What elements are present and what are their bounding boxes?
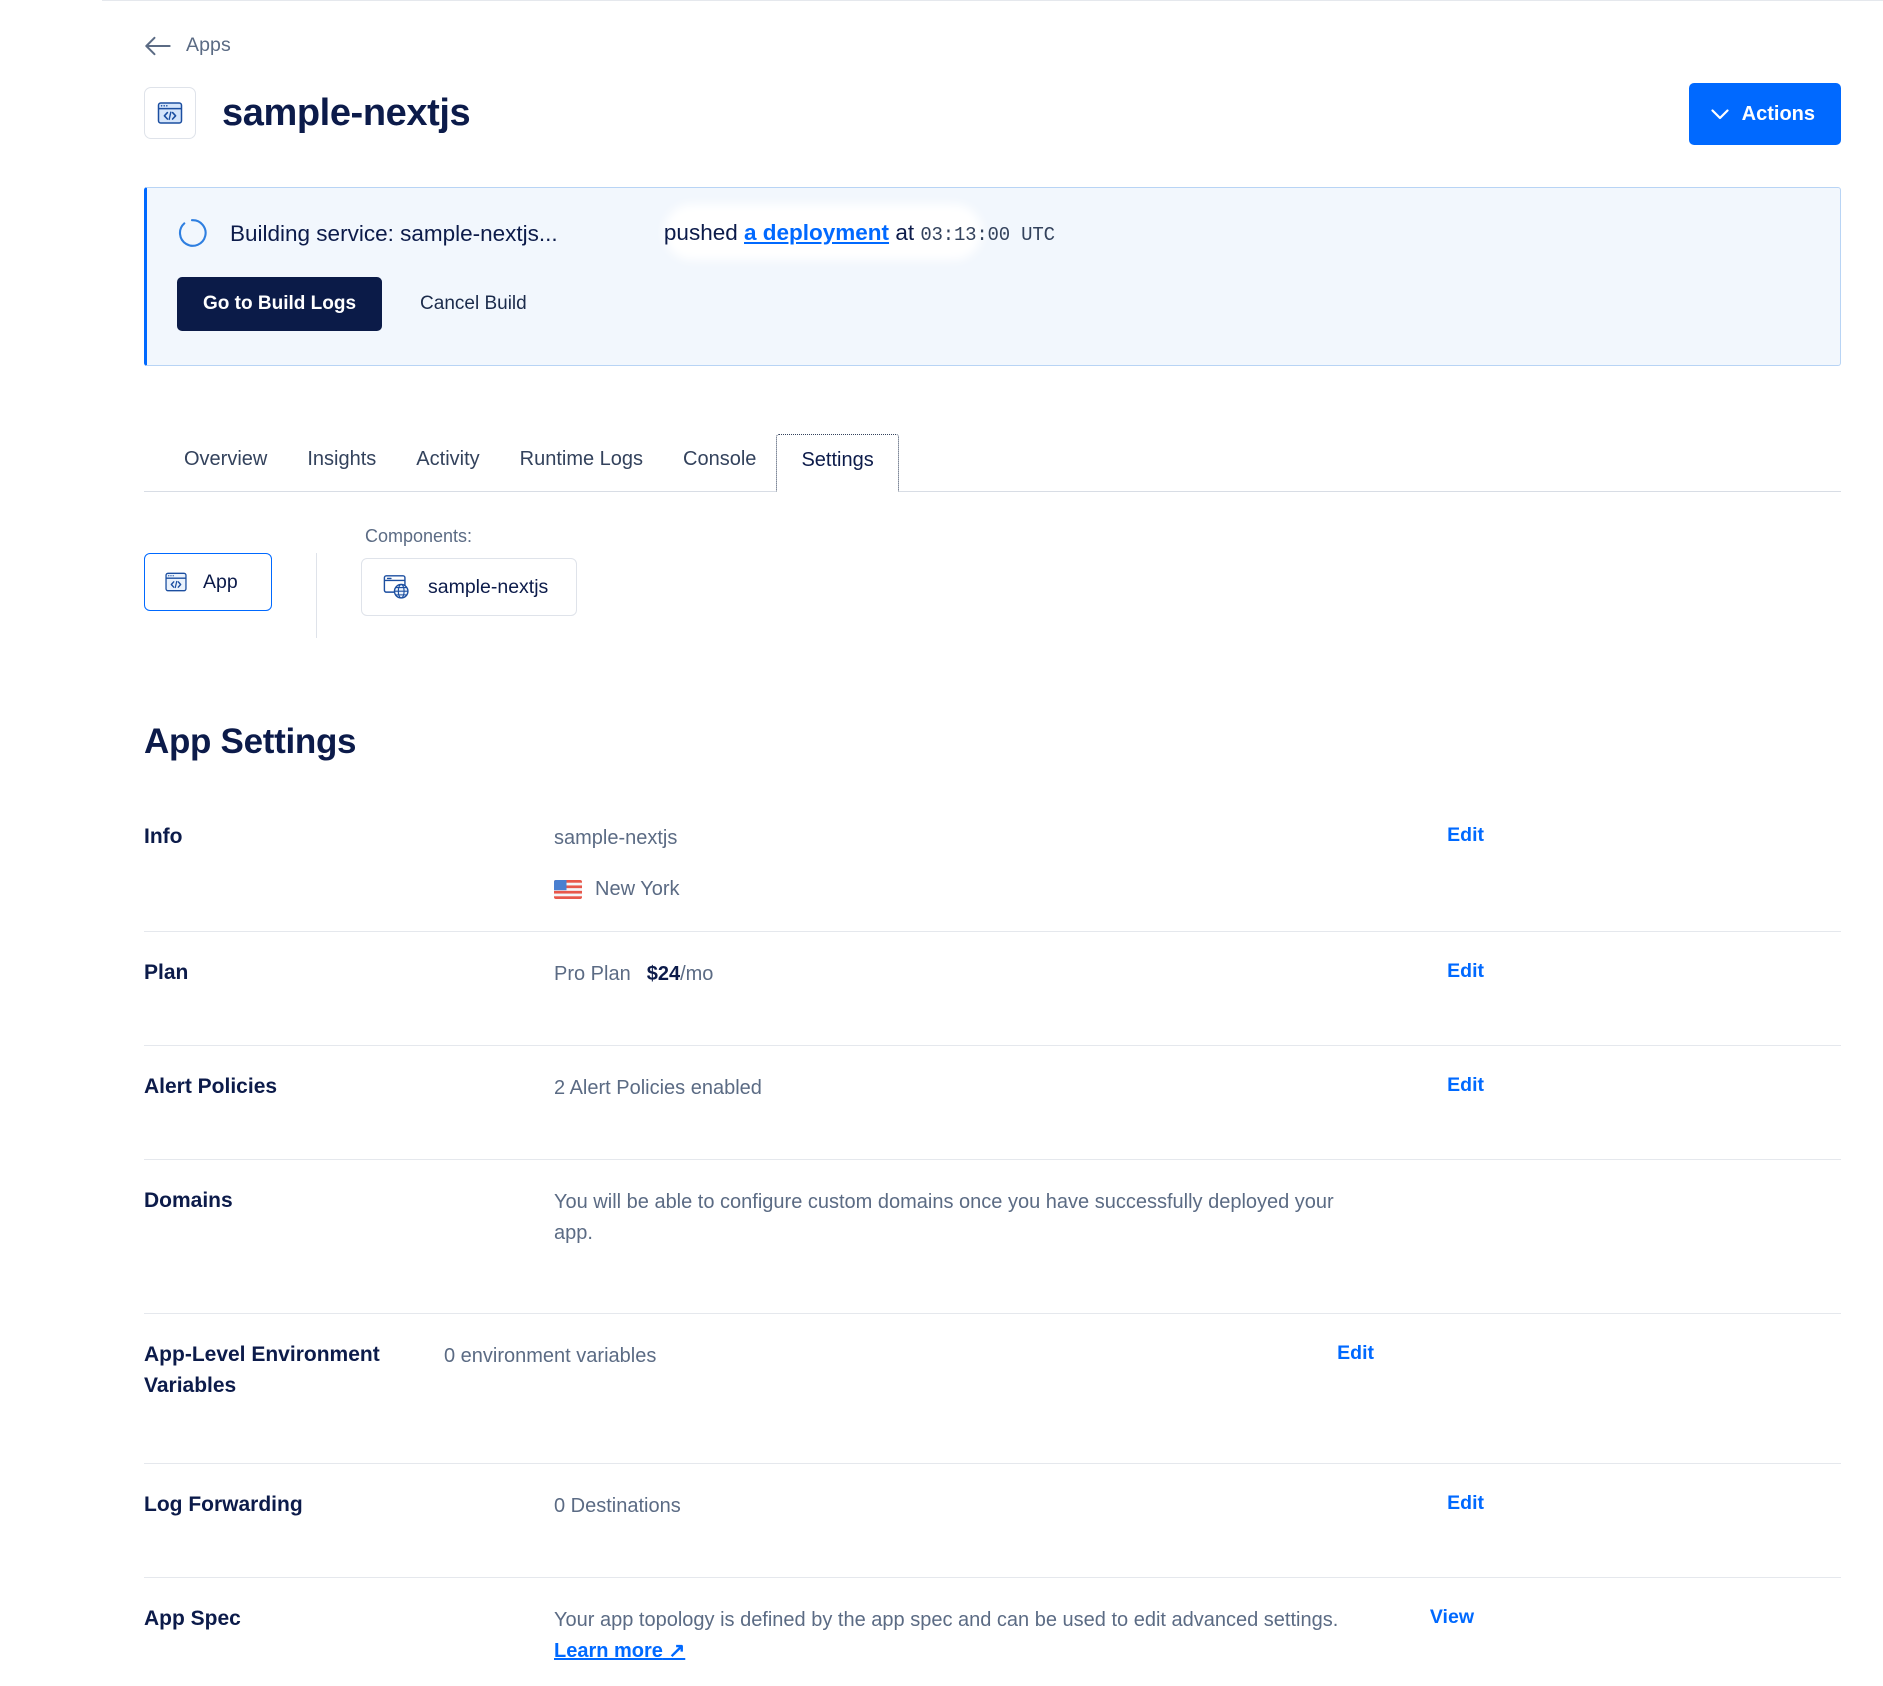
settings-row-value: 0 Destinations bbox=[554, 1495, 681, 1517]
settings-row-value: 0 environment variables bbox=[444, 1345, 657, 1367]
settings-row-app-spec: App Spec Your app topology is defined by… bbox=[144, 1578, 1841, 1686]
go-to-build-logs-button[interactable]: Go to Build Logs bbox=[177, 277, 383, 331]
learn-more-label: Learn more bbox=[554, 1640, 663, 1662]
components-caption: Components: bbox=[365, 526, 473, 546]
component-chip-label: sample-nextjs bbox=[428, 575, 549, 598]
at-label: at bbox=[895, 220, 915, 246]
tab-settings[interactable]: Settings bbox=[776, 434, 899, 492]
settings-row-label: App-Level Environment Variables bbox=[144, 1338, 444, 1401]
breadcrumb[interactable]: Apps bbox=[144, 34, 1883, 57]
left-gutter bbox=[0, 0, 102, 1686]
settings-row-label: Info bbox=[144, 825, 183, 848]
page-content: Apps sample-nextjs Actions Building serv… bbox=[102, 0, 1883, 1686]
tab-bar: Overview Insights Activity Runtime Logs … bbox=[144, 434, 1841, 492]
component-selector: App Components: sample-nextjs bbox=[144, 526, 1841, 644]
settings-row-label-text: App-Level Environment Variables bbox=[144, 1343, 380, 1397]
settings-heading: App Settings bbox=[144, 722, 357, 761]
code-window-icon bbox=[157, 102, 183, 124]
region-label: New York bbox=[595, 878, 680, 900]
tab-insights[interactable]: Insights bbox=[287, 434, 396, 491]
component-chip-app[interactable]: App bbox=[144, 553, 272, 611]
build-status-detail: pushed a deployment at 03:13:00 UTC bbox=[558, 219, 1055, 247]
tab-activity[interactable]: Activity bbox=[396, 434, 499, 491]
region-line: New York bbox=[554, 874, 1354, 905]
build-banner-actions: Go to Build Logs Cancel Build bbox=[177, 277, 1810, 331]
settings-row-view-app-spec[interactable]: View bbox=[1344, 1602, 1474, 1629]
settings-row-label: App Spec bbox=[144, 1607, 241, 1630]
settings-row-value: Pro Plan $24/mo bbox=[554, 956, 1354, 990]
tab-overview[interactable]: Overview bbox=[164, 434, 287, 491]
settings-row-value: You will be able to configure custom dom… bbox=[554, 1191, 1334, 1244]
build-status-banner: Building service: sample-nextjs... pushe… bbox=[144, 187, 1841, 366]
us-flag-icon bbox=[554, 880, 582, 899]
settings-row-env-vars: App-Level Environment Variables 0 enviro… bbox=[144, 1314, 1841, 1464]
settings-row-label: Domains bbox=[144, 1189, 233, 1212]
deployment-link[interactable]: a deployment bbox=[744, 220, 889, 245]
settings-row-value: 2 Alert Policies enabled bbox=[554, 1077, 762, 1099]
page-title: sample-nextjs bbox=[222, 92, 471, 134]
settings-row-domains: Domains You will be able to configure cu… bbox=[144, 1160, 1841, 1314]
component-chip-app-label: App bbox=[203, 570, 238, 593]
settings-row-edit-alert-policies[interactable]: Edit bbox=[1354, 1070, 1484, 1097]
pushed-label: pushed bbox=[663, 220, 738, 246]
component-chip-sample-nextjs[interactable]: sample-nextjs bbox=[361, 558, 578, 616]
actions-button[interactable]: Actions bbox=[1688, 83, 1841, 145]
settings-row-log-forwarding: Log Forwarding 0 Destinations Edit bbox=[144, 1464, 1841, 1578]
component-divider bbox=[316, 553, 317, 638]
learn-more-link[interactable]: Learn more ↗ bbox=[554, 1640, 685, 1662]
loading-spinner-icon bbox=[178, 219, 207, 247]
app-name-value: sample-nextjs bbox=[554, 827, 678, 849]
settings-row-value: sample-nextjs New York bbox=[554, 820, 1354, 905]
plan-price: $24 bbox=[646, 963, 681, 985]
settings-row-info: Info sample-nextjs New York Edit bbox=[144, 796, 1841, 932]
build-status-line: Building service: sample-nextjs... pushe… bbox=[177, 204, 1810, 260]
settings-row-action-domains bbox=[1364, 1184, 1494, 1188]
tab-runtime-logs[interactable]: Runtime Logs bbox=[500, 434, 663, 491]
settings-list: Info sample-nextjs New York Edit Plan Pr… bbox=[144, 796, 1841, 1686]
code-window-icon bbox=[165, 572, 187, 592]
settings-row-edit-env-vars[interactable]: Edit bbox=[1244, 1338, 1374, 1365]
plan-name: Pro Plan bbox=[554, 963, 631, 985]
build-timestamp: 03:13:00 UTC bbox=[920, 224, 1055, 247]
settings-row-label: Log Forwarding bbox=[144, 1493, 303, 1516]
chevron-down-icon bbox=[1711, 108, 1729, 119]
app-icon bbox=[144, 87, 196, 139]
settings-row-edit-info[interactable]: Edit bbox=[1354, 820, 1484, 847]
actions-button-label: Actions bbox=[1741, 102, 1815, 125]
arrow-left-icon[interactable] bbox=[144, 35, 172, 57]
build-status-text: Building service: sample-nextjs... bbox=[230, 220, 558, 246]
app-spec-description: Your app topology is defined by the app … bbox=[554, 1609, 1339, 1631]
app-page: Apps sample-nextjs Actions Building serv… bbox=[0, 0, 1883, 1686]
plan-period: /mo bbox=[680, 963, 714, 985]
cancel-build-button[interactable]: Cancel Build bbox=[412, 293, 535, 315]
settings-row-edit-plan[interactable]: Edit bbox=[1354, 956, 1484, 983]
settings-row-label: Plan bbox=[144, 961, 189, 984]
settings-row-value: Your app topology is defined by the app … bbox=[554, 1602, 1344, 1667]
window-globe-icon bbox=[383, 575, 409, 599]
components-group: Components: sample-nextjs bbox=[361, 526, 578, 616]
settings-row-alert-policies: Alert Policies 2 Alert Policies enabled … bbox=[144, 1046, 1841, 1160]
page-header: sample-nextjs Actions bbox=[144, 81, 1841, 145]
breadcrumb-apps-link[interactable]: Apps bbox=[186, 34, 231, 57]
settings-row-edit-log-forwarding[interactable]: Edit bbox=[1354, 1488, 1484, 1515]
external-link-icon: ↗ bbox=[662, 1640, 686, 1662]
settings-row-plan: Plan Pro Plan $24/mo Edit bbox=[144, 932, 1841, 1046]
tab-console[interactable]: Console bbox=[663, 434, 776, 491]
settings-row-label: Alert Policies bbox=[144, 1075, 278, 1098]
